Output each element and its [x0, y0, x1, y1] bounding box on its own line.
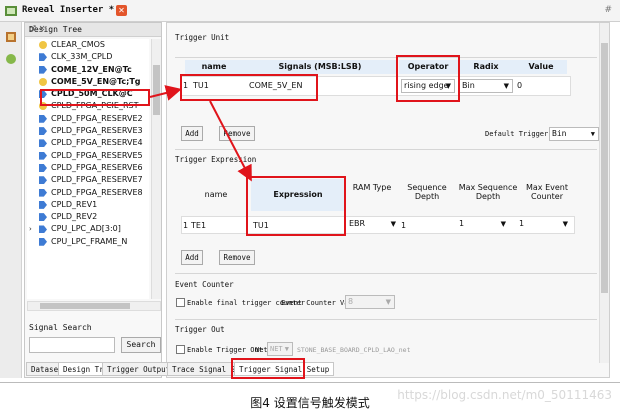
- annotation-arrows: [149, 85, 252, 182]
- status-divider: [0, 382, 620, 383]
- arrow-to-expression: [209, 100, 252, 182]
- tab-trigger-output[interactable]: Trigger Output: [102, 362, 176, 376]
- arrow-to-signals: [149, 85, 182, 101]
- figure-caption: 图4 设置信号触发模式: [250, 396, 370, 410]
- trigger-signal-setup-tab-highlight: [231, 358, 305, 379]
